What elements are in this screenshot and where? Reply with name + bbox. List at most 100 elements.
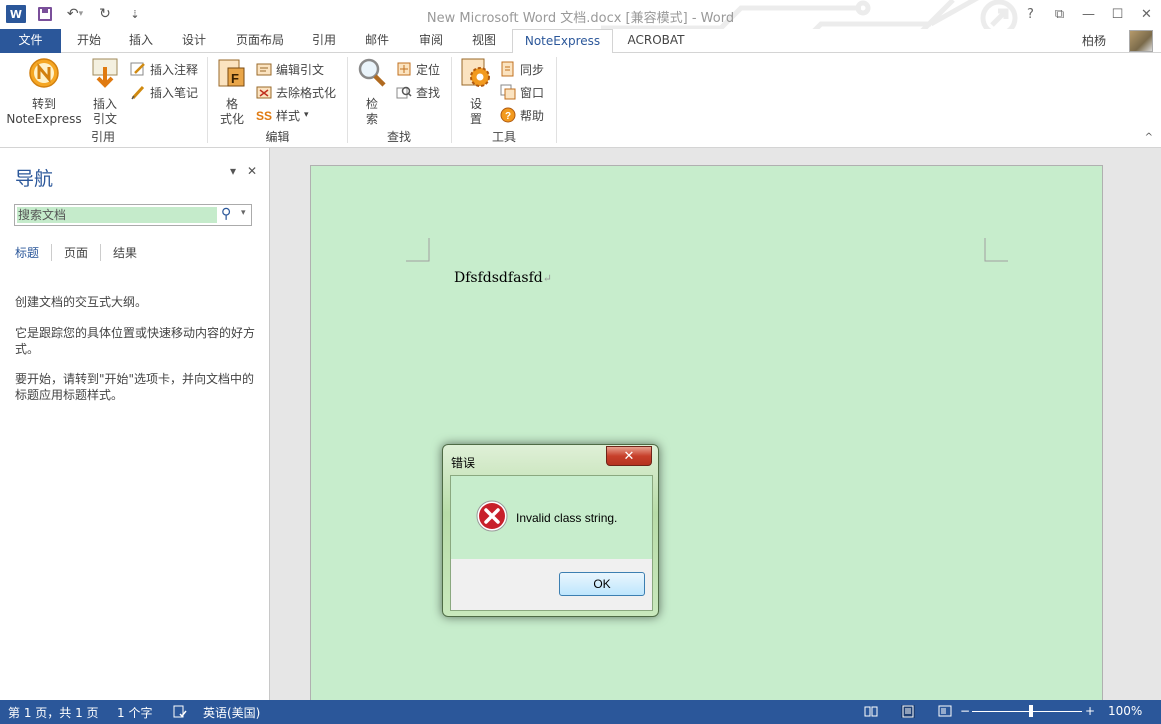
insert-memo-label: 插入笔记 xyxy=(150,85,199,100)
ribbon-display-options-button[interactable]: ⧉ xyxy=(1045,0,1074,29)
svg-text:F: F xyxy=(231,71,239,86)
word-count[interactable]: 1 个字 xyxy=(117,704,152,721)
remove-format-icon xyxy=(256,86,272,99)
style-dropdown-button[interactable]: SS 样式 ▾ xyxy=(256,105,309,125)
print-layout-icon[interactable] xyxy=(901,705,915,718)
error-dialog: 错误 ✕ Invalid class string. OK xyxy=(442,444,659,617)
note-pencil-icon xyxy=(130,62,145,76)
group-label-tools: 工具 xyxy=(491,130,516,144)
locate-label: 定位 xyxy=(416,62,441,77)
search-options-icon[interactable]: ▾ xyxy=(241,208,246,218)
find-button[interactable]: 查找 xyxy=(396,82,440,102)
locate-icon xyxy=(397,62,411,76)
tab-review[interactable]: 审阅 xyxy=(408,29,454,53)
nav-tab-headings[interactable]: 标题 xyxy=(15,244,51,261)
search-label-1: 检 xyxy=(365,97,378,111)
document-body-text[interactable]: Dfsfdsdfasfd↵ xyxy=(454,270,552,286)
search-input[interactable] xyxy=(17,207,217,223)
edit-citation-button[interactable]: 编辑引文 xyxy=(256,59,324,79)
help-ribbon-button[interactable]: ? 帮助 xyxy=(500,105,544,125)
goto-noteexpress-button[interactable]: 转到 NoteExpress xyxy=(6,57,82,127)
tab-mailings[interactable]: 邮件 xyxy=(354,29,400,53)
style-icon: SS xyxy=(256,109,272,123)
gear-icon xyxy=(461,58,490,87)
close-window-button[interactable]: ✕ xyxy=(1132,0,1161,29)
svg-text:?: ? xyxy=(505,111,511,122)
tab-references[interactable]: 引用 xyxy=(301,29,347,53)
insert-citation-label-1: 插入 xyxy=(92,97,117,111)
nav-tab-results[interactable]: 结果 xyxy=(100,244,149,261)
avatar[interactable] xyxy=(1129,30,1153,52)
proofing-icon[interactable] xyxy=(173,705,187,718)
search-button[interactable]: 检 索 xyxy=(354,57,390,127)
nav-pane-title: 导航 xyxy=(15,168,54,190)
minimize-button[interactable]: — xyxy=(1074,0,1103,29)
remove-format-label: 去除格式化 xyxy=(276,85,337,100)
search-icon[interactable]: ⚲ xyxy=(221,206,231,222)
tab-page-layout[interactable]: 页面布局 xyxy=(226,29,294,53)
window-button[interactable]: 窗口 xyxy=(500,82,544,102)
help-button[interactable]: ? xyxy=(1016,0,1045,29)
paragraph-mark: ↵ xyxy=(542,272,552,285)
tab-home[interactable]: 开始 xyxy=(66,29,112,53)
collapse-ribbon-icon[interactable]: ^ xyxy=(1145,132,1153,143)
document-page[interactable]: Dfsfdsdfasfd↵ xyxy=(310,165,1103,705)
tab-acrobat[interactable]: ACROBAT xyxy=(618,29,694,53)
style-label: 样式 xyxy=(276,108,301,123)
language-indicator[interactable]: 英语(美国) xyxy=(203,704,260,721)
nav-tab-pages[interactable]: 页面 xyxy=(51,244,100,261)
tab-noteexpress[interactable]: NoteExpress xyxy=(512,29,613,54)
error-icon xyxy=(476,500,508,532)
ok-button[interactable]: OK xyxy=(559,572,645,596)
sync-label: 同步 xyxy=(520,62,545,77)
zoom-slider-thumb[interactable] xyxy=(1029,705,1033,717)
settings-label-1: 设 xyxy=(469,97,482,111)
zoom-slider-track[interactable] xyxy=(972,711,1082,712)
insert-memo-button[interactable]: 插入笔记 xyxy=(130,82,198,102)
window-title: New Microsoft Word 文档.docx [兼容模式] - Word xyxy=(426,11,735,26)
page-count[interactable]: 第 1 页，共 1 页 xyxy=(8,704,99,721)
group-cite: 转到 NoteExpress 插入 引文 插入注释 插入笔记 引用 xyxy=(0,53,206,148)
group-label-find: 查找 xyxy=(386,130,411,144)
help-icon: ? xyxy=(500,107,516,123)
window-label: 窗口 xyxy=(520,85,545,100)
navigation-pane: 导航 ▾ ✕ ⚲ ▾ 标题 页面 结果 创建文档的交互式大纲。 它是跟踪您的具体… xyxy=(0,148,270,700)
remove-format-button[interactable]: 去除格式化 xyxy=(256,82,336,102)
help-label: 帮助 xyxy=(520,108,545,123)
insert-citation-button[interactable]: 插入 引文 xyxy=(86,57,124,127)
group-label-edit: 编辑 xyxy=(265,130,290,144)
tab-view[interactable]: 视图 xyxy=(461,29,507,53)
noteexpress-logo-icon xyxy=(29,58,59,88)
nav-pane-close-icon[interactable]: ✕ xyxy=(247,164,257,178)
dialog-close-button[interactable]: ✕ xyxy=(606,446,652,466)
group-edit: F 格 式化 编辑引文 去除格式化 SS 样式 ▾ 编辑 xyxy=(208,53,347,148)
group-tools: 设 置 同步 窗口 ? 帮助 工具 xyxy=(452,53,556,148)
document-text[interactable]: Dfsfdsdfasfd xyxy=(454,270,543,286)
zoom-out-button[interactable]: − xyxy=(960,704,970,718)
edit-citation-icon xyxy=(256,63,272,76)
style-dropdown-icon: ▾ xyxy=(304,110,309,120)
zoom-level[interactable]: 100% xyxy=(1108,704,1142,718)
ribbon-tabs: 文件 开始 插入 设计 页面布局 引用 邮件 审阅 视图 NoteExpress… xyxy=(0,29,1161,54)
zoom-in-button[interactable]: + xyxy=(1085,704,1095,718)
tab-file[interactable]: 文件 xyxy=(0,29,61,53)
settings-button[interactable]: 设 置 xyxy=(458,57,494,127)
tab-design[interactable]: 设计 xyxy=(171,29,217,53)
group-label-cite: 引用 xyxy=(90,130,115,144)
insert-citation-icon xyxy=(92,58,118,88)
nav-pane-options-icon[interactable]: ▾ xyxy=(230,164,236,178)
user-name[interactable]: 柏杨 xyxy=(1082,32,1106,49)
edit-citation-label: 编辑引文 xyxy=(276,62,325,77)
vertical-scrollbar[interactable] xyxy=(1144,148,1161,700)
tab-insert[interactable]: 插入 xyxy=(118,29,164,53)
web-layout-icon[interactable] xyxy=(938,705,952,718)
format-button[interactable]: F 格 式化 xyxy=(214,57,250,127)
read-mode-icon[interactable] xyxy=(864,705,878,718)
format-label-2: 式化 xyxy=(219,112,244,126)
insert-note-button[interactable]: 插入注释 xyxy=(130,59,198,79)
window-icon xyxy=(500,84,516,100)
maximize-button[interactable]: ☐ xyxy=(1103,0,1132,29)
group-divider xyxy=(556,57,557,143)
locate-button[interactable]: 定位 xyxy=(396,59,440,79)
sync-button[interactable]: 同步 xyxy=(500,59,544,79)
